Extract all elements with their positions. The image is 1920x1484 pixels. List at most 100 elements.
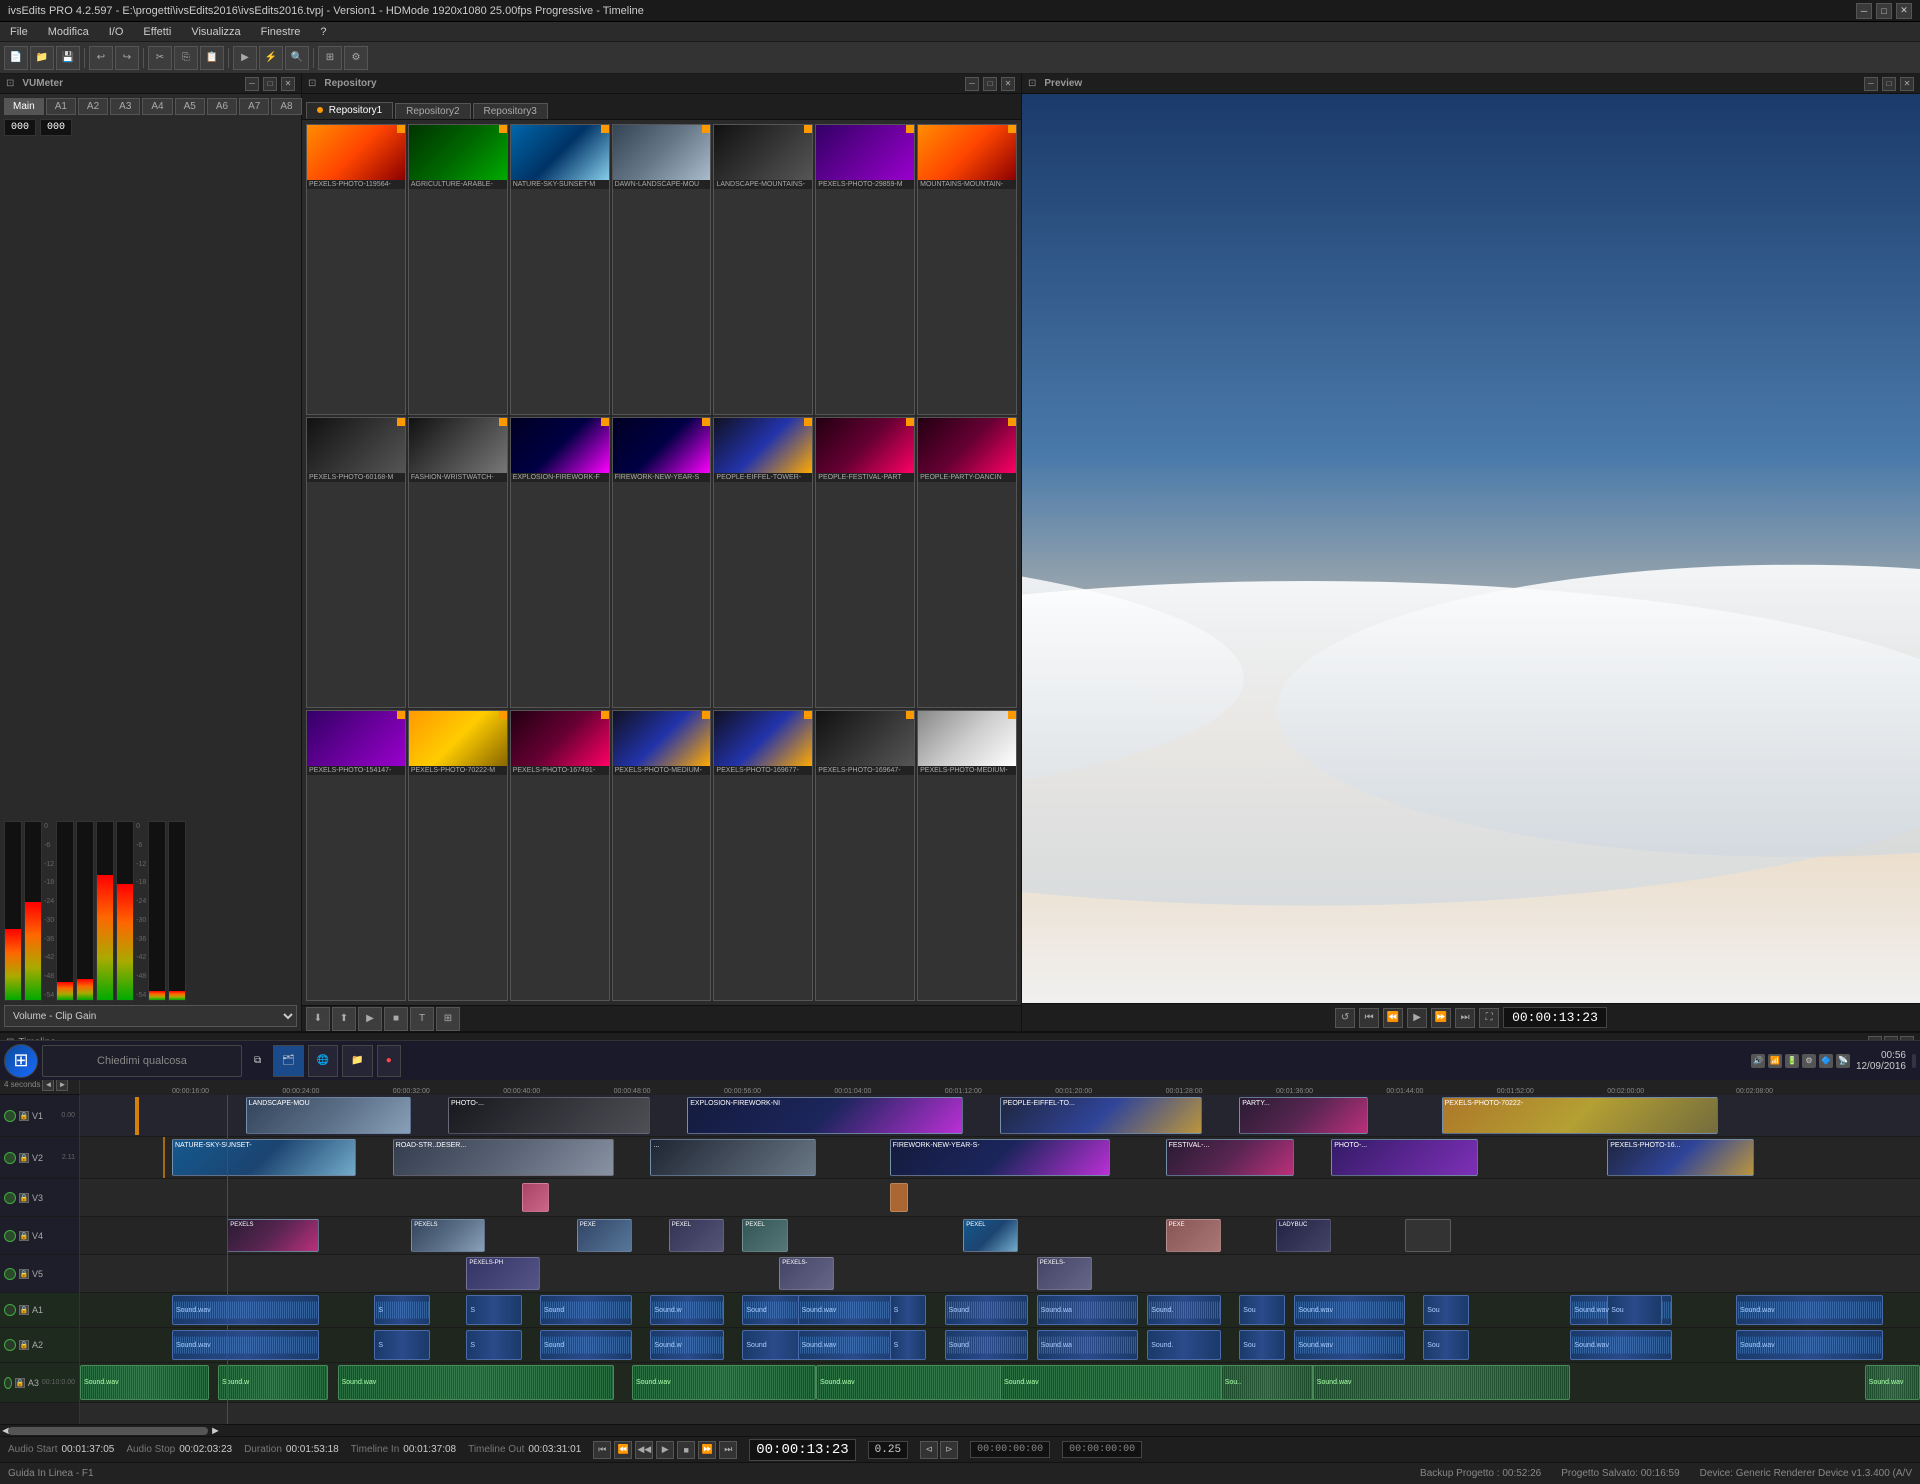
audio-clip-a3-1[interactable]: Sound.wav — [80, 1365, 209, 1400]
zoom-tool[interactable]: 🔍 — [285, 46, 309, 70]
task-view-button[interactable]: ⧉ — [246, 1045, 269, 1077]
audio-clip-a1-2[interactable]: S — [374, 1295, 429, 1325]
list-item[interactable]: PEXELS-PHOTO-MEDIUM- — [612, 710, 712, 1001]
tray-icon-6[interactable]: 📡 — [1836, 1054, 1850, 1068]
preview-rewind-button[interactable]: ⏮ — [1359, 1008, 1379, 1028]
track-enable-v5[interactable] — [4, 1268, 16, 1280]
list-item[interactable]: AGRICULTURE-ARABLE- — [408, 124, 508, 415]
track-enable-v1[interactable] — [4, 1110, 16, 1122]
repo-tab-3[interactable]: Repository3 — [473, 103, 548, 119]
track-lock-a3[interactable]: 🔒 — [15, 1378, 25, 1388]
list-item[interactable]: PEXELS-PHOTO-29859-M — [815, 124, 915, 415]
clip-v4-2[interactable]: PEXELS — [411, 1219, 485, 1252]
vu-volume-dropdown[interactable]: Volume - Clip Gain — [4, 1005, 297, 1027]
repo-maximize[interactable]: □ — [983, 77, 997, 91]
tl-go-end-button[interactable]: ⏭ — [719, 1441, 737, 1459]
start-button[interactable]: ⊞ — [4, 1044, 38, 1078]
tl-go-start-button[interactable]: ⏮ — [593, 1441, 611, 1459]
track-lock-v1[interactable]: 🔒 — [19, 1111, 29, 1121]
list-item[interactable]: DAWN-LANDSCAPE-MOU — [612, 124, 712, 415]
track-enable-a3[interactable] — [4, 1377, 12, 1389]
maximize-button[interactable]: □ — [1876, 3, 1892, 19]
copy-button[interactable]: ⎘ — [174, 46, 198, 70]
clip-v2-4[interactable]: FIREWORK-NEW-YEAR-S- — [890, 1139, 1111, 1176]
audio-clip-a2-12[interactable]: Sou — [1239, 1330, 1285, 1360]
clip-v3-2[interactable] — [890, 1183, 908, 1212]
track-enable-v4[interactable] — [4, 1230, 16, 1242]
audio-clip-a1-16[interactable]: Sou — [1607, 1295, 1662, 1325]
preview-loop-button[interactable]: ↺ — [1335, 1008, 1355, 1028]
clip-v1-1[interactable]: LANDSCAPE-MOU — [246, 1097, 412, 1134]
save-button[interactable]: 💾 — [56, 46, 80, 70]
clip-v4-6[interactable]: PEXEL — [963, 1219, 1018, 1252]
vu-tab-a2[interactable]: A2 — [78, 98, 108, 115]
tray-icon-2[interactable]: 📶 — [1768, 1054, 1782, 1068]
tl-step-back-button[interactable]: ⏪ — [614, 1441, 632, 1459]
list-item[interactable]: PEXELS-PHOTO-167491- — [510, 710, 610, 1001]
repo-play-button[interactable]: ▶ — [358, 1007, 382, 1031]
audio-clip-a1-1[interactable]: Sound.wav — [172, 1295, 319, 1325]
list-item[interactable]: PEOPLE-EIFFEL-TOWER- — [713, 417, 813, 708]
list-item[interactable]: FASHION-WRISTWATCH- — [408, 417, 508, 708]
vumeter-maximize[interactable]: □ — [263, 77, 277, 91]
track-enable-v3[interactable] — [4, 1192, 16, 1204]
menu-visualizza[interactable]: Visualizza — [185, 24, 246, 40]
open-button[interactable]: 📁 — [30, 46, 54, 70]
razor-tool[interactable]: ⚡ — [259, 46, 283, 70]
audio-clip-a2-10[interactable]: Sound.wa — [1037, 1330, 1138, 1360]
vu-tab-a4[interactable]: A4 — [142, 98, 172, 115]
vu-tab-a7[interactable]: A7 — [239, 98, 269, 115]
menu-io[interactable]: I/O — [103, 24, 130, 40]
audio-clip-a1-9[interactable]: Sound — [945, 1295, 1028, 1325]
extra-btn-1[interactable]: ⊲ — [920, 1441, 938, 1459]
preview-maximize[interactable]: □ — [1882, 77, 1896, 91]
audio-clip-a2-5[interactable]: Sound.w — [650, 1330, 724, 1360]
audio-clip-a2-13[interactable]: Sound.wav — [1294, 1330, 1404, 1360]
taskbar-app-4[interactable]: ● — [377, 1045, 401, 1077]
menu-finestre[interactable]: Finestre — [255, 24, 307, 40]
track-lock-v4[interactable]: 🔒 — [19, 1231, 29, 1241]
repo-tab-1[interactable]: Repository1 — [306, 102, 393, 119]
audio-clip-a2-2[interactable]: S — [374, 1330, 429, 1360]
preview-step-back-button[interactable]: ⏪ — [1383, 1008, 1403, 1028]
tl-rewind-button[interactable]: ◀◀ — [635, 1441, 653, 1459]
repo-minimize[interactable]: ─ — [965, 77, 979, 91]
track-enable-a2[interactable] — [4, 1339, 16, 1351]
preview-end-button[interactable]: ⏭ — [1455, 1008, 1475, 1028]
audio-clip-a1-14[interactable]: Sou — [1423, 1295, 1469, 1325]
preview-step-fwd-button[interactable]: ⏩ — [1431, 1008, 1451, 1028]
preview-minimize[interactable]: ─ — [1864, 77, 1878, 91]
taskbar-app-3[interactable]: 📁 — [342, 1045, 372, 1077]
menu-file[interactable]: File — [4, 24, 34, 40]
audio-clip-a1-4[interactable]: Sound — [540, 1295, 632, 1325]
repo-tab-2[interactable]: Repository2 — [395, 103, 470, 119]
redo-button[interactable]: ↪ — [115, 46, 139, 70]
audio-clip-a1-12[interactable]: Sou — [1239, 1295, 1285, 1325]
track-lock-v5[interactable]: 🔒 — [19, 1269, 29, 1279]
vu-tab-a3[interactable]: A3 — [110, 98, 140, 115]
audio-clip-a1-11[interactable]: Sound. — [1147, 1295, 1221, 1325]
audio-clip-a2-1[interactable]: Sound.wav — [172, 1330, 319, 1360]
clip-v1-4[interactable]: PEOPLE-EIFFEL-TO... — [1000, 1097, 1202, 1134]
clip-v2-5[interactable]: FESTIVAL-... — [1166, 1139, 1295, 1176]
audio-clip-a2-11[interactable]: Sound. — [1147, 1330, 1221, 1360]
list-item[interactable]: PEXELS-PHOTO-169677- — [713, 710, 813, 1001]
clip-v2-6[interactable]: PHOTO-... — [1331, 1139, 1478, 1176]
undo-button[interactable]: ↩ — [89, 46, 113, 70]
menu-modifica[interactable]: Modifica — [42, 24, 95, 40]
clip-v1-2[interactable]: PHOTO-... — [448, 1097, 650, 1134]
scale-decrease-button[interactable]: ◄ — [42, 1079, 54, 1091]
taskbar-app-2[interactable]: 🌐 — [308, 1045, 338, 1077]
cut-button[interactable]: ✂ — [148, 46, 172, 70]
clip-v2-3[interactable]: ... — [650, 1139, 816, 1176]
track-lock-v3[interactable]: 🔒 — [19, 1193, 29, 1203]
scroll-thumb[interactable] — [8, 1427, 208, 1435]
extra-btn-2[interactable]: ⊳ — [940, 1441, 958, 1459]
repo-stop-button[interactable]: ■ — [384, 1007, 408, 1031]
clip-v2-2[interactable]: ROAD-STR..DESER... — [393, 1139, 614, 1176]
search-bar[interactable]: Chiedimi qualcosa — [42, 1045, 242, 1077]
grid-button[interactable]: ⊞ — [318, 46, 342, 70]
settings-button[interactable]: ⚙ — [344, 46, 368, 70]
tray-icon-1[interactable]: 🔊 — [1751, 1054, 1765, 1068]
clip-v4-5[interactable]: PEXEL — [742, 1219, 788, 1252]
